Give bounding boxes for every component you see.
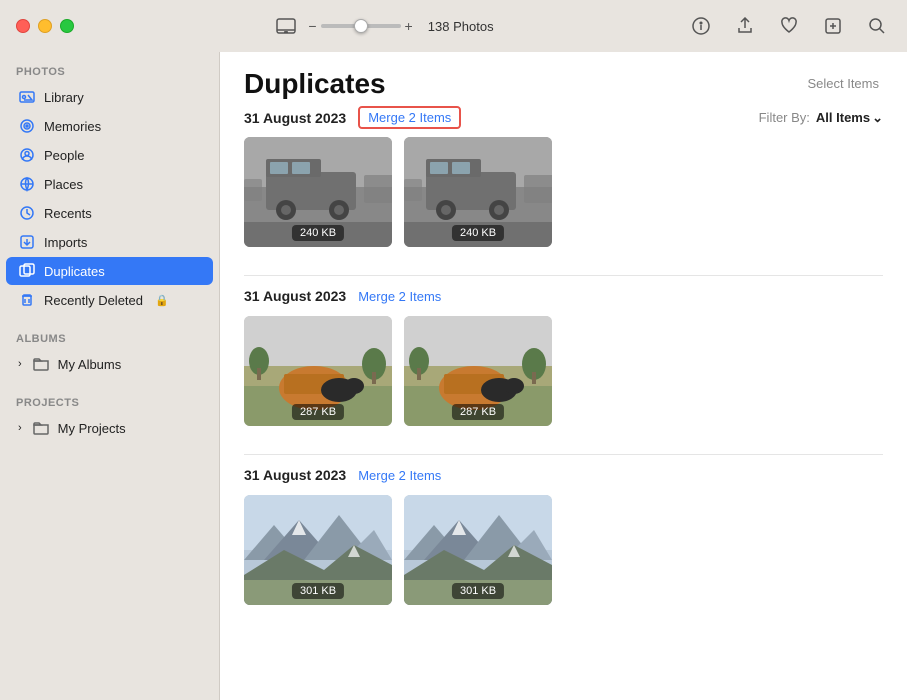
photo-count-label: 138 Photos <box>421 19 501 34</box>
people-icon <box>18 146 36 164</box>
filter-row: Filter By: All Items ⌄ <box>759 110 883 126</box>
duplicates-label: Duplicates <box>44 264 105 279</box>
photo-section-0: 240 KB <box>220 137 907 263</box>
photo-thumb-0-0[interactable]: 240 KB <box>244 137 392 247</box>
my-albums-label: My Albums <box>58 357 122 372</box>
photo-size-2-1: 301 KB <box>452 583 504 599</box>
recents-icon <box>18 204 36 222</box>
filter-value-text: All Items <box>816 110 870 125</box>
recents-label: Recents <box>44 206 92 221</box>
photo-size-0-0: 240 KB <box>292 225 344 241</box>
imports-icon <box>18 233 36 251</box>
chevron-down-icon: ⌄ <box>872 110 883 126</box>
sidebar-item-memories[interactable]: Memories <box>6 112 213 140</box>
people-label: People <box>44 148 84 163</box>
share-button[interactable] <box>731 12 759 40</box>
zoom-slider-track[interactable] <box>321 24 401 28</box>
sidebar-item-recents[interactable]: Recents <box>6 199 213 227</box>
search-button[interactable] <box>863 12 891 40</box>
zoom-in-button[interactable]: + <box>405 18 413 34</box>
merge-button-0[interactable]: Merge 2 Items <box>358 106 461 129</box>
photo-size-0-1: 240 KB <box>452 225 504 241</box>
library-label: Library <box>44 90 84 105</box>
section-divider-2 <box>244 454 883 455</box>
merge-button-1[interactable]: Merge 2 Items <box>358 289 441 304</box>
albums-folder-icon <box>32 355 50 373</box>
photo-grid-0: 240 KB <box>244 137 883 247</box>
memories-label: Memories <box>44 119 101 134</box>
favorite-button[interactable] <box>775 12 803 40</box>
page-title: Duplicates <box>244 68 386 100</box>
library-icon <box>18 88 36 106</box>
photo-thumb-2-0[interactable]: 301 KB <box>244 495 392 605</box>
date-section-header-2: 31 August 2023 Merge 2 Items <box>244 467 883 483</box>
content-subheader: 31 August 2023 Merge 2 Items Filter By: … <box>244 106 883 129</box>
sidebar-item-people[interactable]: People <box>6 141 213 169</box>
recently-deleted-label: Recently Deleted <box>44 293 143 308</box>
imports-label: Imports <box>44 235 87 250</box>
title-bar: − + 138 Photos <box>0 0 907 52</box>
minimize-button[interactable] <box>38 19 52 33</box>
sidebar-item-duplicates[interactable]: Duplicates <box>6 257 213 285</box>
photo-size-1-1: 287 KB <box>452 404 504 420</box>
traffic-lights <box>16 19 74 33</box>
sidebar-item-library[interactable]: Library <box>6 83 213 111</box>
photo-thumb-1-1[interactable]: 287 KB <box>404 316 552 426</box>
photo-size-2-0: 301 KB <box>292 583 344 599</box>
places-icon <box>18 175 36 193</box>
add-to-button[interactable] <box>819 12 847 40</box>
info-button[interactable] <box>687 12 715 40</box>
zoom-out-button[interactable]: − <box>308 18 316 34</box>
section-divider-1 <box>244 275 883 276</box>
sidebar-item-imports[interactable]: Imports <box>6 228 213 256</box>
sidebar: Photos Library Memories <box>0 0 220 700</box>
photo-thumb-2-1[interactable]: 301 KB <box>404 495 552 605</box>
sidebar-section-title-photos: Photos <box>0 60 219 82</box>
chevron-right-icon: › <box>18 422 22 434</box>
sidebar-section-projects: Projects › My Projects <box>0 383 219 447</box>
toolbar-right <box>687 12 891 40</box>
zoom-slider-thumb[interactable] <box>354 19 368 33</box>
sidebar-item-my-projects[interactable]: › My Projects <box>6 414 213 442</box>
filter-value[interactable]: All Items ⌄ <box>816 110 883 126</box>
sidebar-section-title-projects: Projects <box>0 391 219 413</box>
filter-by-label: Filter By: <box>759 110 810 125</box>
lock-icon: 🔒 <box>155 294 169 307</box>
slideshow-button[interactable] <box>272 12 300 40</box>
photo-grid-1: 287 KB 287 KB <box>244 316 883 426</box>
photo-grid-2: 301 KB 301 KB <box>244 495 883 605</box>
projects-folder-icon <box>32 419 50 437</box>
maximize-button[interactable] <box>60 19 74 33</box>
select-items-button[interactable]: Select Items <box>799 72 887 95</box>
date-label-2: 31 August 2023 <box>244 467 346 483</box>
date-section-header-1: 31 August 2023 Merge 2 Items <box>244 288 883 304</box>
date-merge-row-0: 31 August 2023 Merge 2 Items <box>244 106 461 129</box>
my-projects-label: My Projects <box>58 421 126 436</box>
photo-section-2: 31 August 2023 Merge 2 Items <box>220 467 907 621</box>
zoom-slider-container: − + <box>308 18 412 34</box>
sidebar-item-my-albums[interactable]: › My Albums <box>6 350 213 378</box>
photo-thumb-1-0[interactable]: 287 KB <box>244 316 392 426</box>
date-label-0: 31 August 2023 <box>244 110 346 126</box>
duplicates-icon <box>18 262 36 280</box>
photo-section-1: 31 August 2023 Merge 2 Items <box>220 288 907 442</box>
photo-thumb-0-1[interactable]: 240 KB <box>404 137 552 247</box>
sidebar-item-recently-deleted[interactable]: Recently Deleted 🔒 <box>6 286 213 314</box>
memories-icon <box>18 117 36 135</box>
main-content: Select Items Duplicates 31 August 2023 M… <box>220 0 907 700</box>
sidebar-section-photos: Photos Library Memories <box>0 52 219 319</box>
date-label-1: 31 August 2023 <box>244 288 346 304</box>
sidebar-section-albums: Albums › My Albums <box>0 319 219 383</box>
merge-button-2[interactable]: Merge 2 Items <box>358 468 441 483</box>
chevron-down-icon: › <box>18 358 22 370</box>
close-button[interactable] <box>16 19 30 33</box>
toolbar-center: − + 138 Photos <box>86 12 687 40</box>
sidebar-section-title-albums: Albums <box>0 327 219 349</box>
places-label: Places <box>44 177 83 192</box>
sidebar-item-places[interactable]: Places <box>6 170 213 198</box>
trash-icon <box>18 291 36 309</box>
photo-size-1-0: 287 KB <box>292 404 344 420</box>
